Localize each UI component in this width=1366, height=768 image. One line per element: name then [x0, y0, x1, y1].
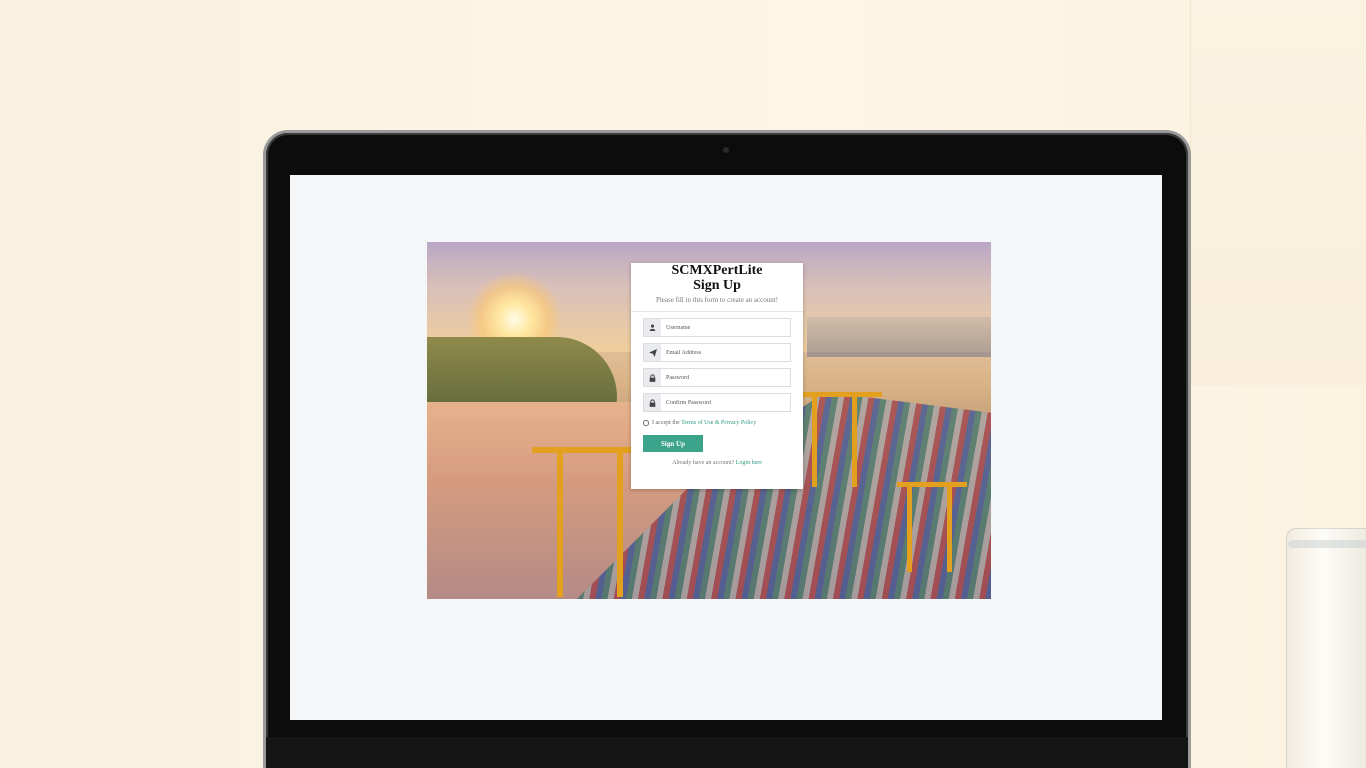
laptop-bottom-bezel [266, 737, 1188, 768]
background-wall-panel [1190, 0, 1366, 385]
crane-leg [947, 482, 952, 572]
laptop-screen: SCMXPertLite Sign Up Please fill in this… [290, 175, 1162, 720]
password-input[interactable] [661, 369, 790, 386]
crane-leg [907, 482, 912, 572]
sign-up-button[interactable]: Sign Up [643, 435, 703, 452]
form-subtitle: Please fill in this form to create an ac… [655, 296, 779, 304]
confirm-password-input[interactable] [661, 394, 790, 411]
login-prompt-text: Already have an account? [672, 460, 736, 466]
port-hero-image: SCMXPertLite Sign Up Please fill in this… [427, 242, 991, 599]
laptop-frame: SCMXPertLite Sign Up Please fill in this… [266, 133, 1188, 768]
hero-skyline [807, 317, 991, 357]
username-field-group [643, 318, 791, 337]
terms-link[interactable]: Terms of Use & Privacy Policy [681, 420, 756, 426]
crane-boom [897, 482, 967, 487]
lock-icon [644, 369, 661, 386]
crane-leg [557, 447, 563, 597]
glass-rim [1288, 540, 1366, 548]
login-link[interactable]: Login here [736, 460, 762, 466]
paper-plane-icon [644, 344, 661, 361]
divider [631, 311, 803, 312]
crane-leg [617, 447, 623, 597]
webcam [723, 147, 729, 153]
email-field-group [643, 343, 791, 362]
username-input[interactable] [661, 319, 790, 336]
login-prompt: Already have an account? Login here [631, 460, 803, 466]
password-field-group [643, 368, 791, 387]
crane-boom [802, 392, 882, 397]
page-title: Sign Up [693, 278, 741, 293]
terms-row: I accept the Terms of Use & Privacy Poli… [643, 420, 791, 426]
crane-leg [852, 392, 857, 487]
terms-prefix: I accept the [652, 420, 680, 426]
user-icon [644, 319, 661, 336]
crane-leg [812, 392, 817, 487]
email-input[interactable] [661, 344, 790, 361]
brand-title: SCMXPertLite [671, 263, 763, 278]
confirm-password-field-group [643, 393, 791, 412]
terms-checkbox[interactable] [643, 420, 649, 426]
drinking-glass-image [1286, 528, 1366, 768]
lock-icon [644, 394, 661, 411]
signup-card: SCMXPertLite Sign Up Please fill in this… [631, 263, 803, 489]
